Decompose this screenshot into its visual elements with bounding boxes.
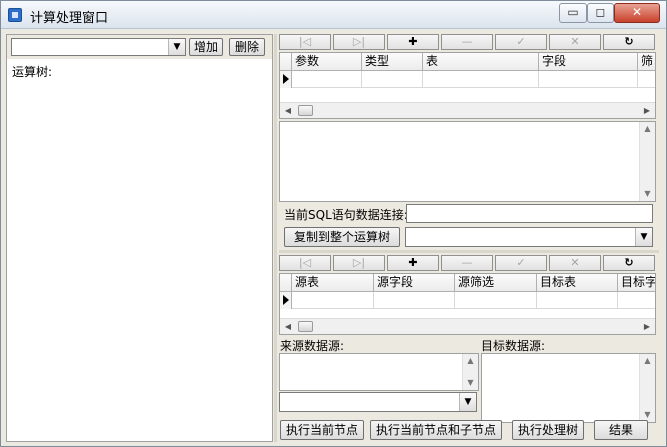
scroll-right-icon[interactable]: ▶ [639, 319, 655, 334]
main-window: 计算处理窗口 ▭ ◻ ✕ ▼ 增加 删除 运算树: |◁ ▷| ✚ — ✓ ✕ … [0, 0, 667, 447]
mapping-grid-header: 源表 源字段 源筛选 目标表 目标字 [280, 274, 655, 292]
vertical-scrollbar[interactable]: ▲ ▼ [639, 122, 655, 201]
horizontal-scrollbar[interactable]: ◀ ▶ [280, 102, 655, 118]
column-header[interactable]: 源筛选 [455, 274, 537, 292]
post-record-button[interactable]: ✓ [495, 255, 547, 271]
scroll-up-icon[interactable]: ▲ [640, 354, 655, 368]
execute-current-node-button[interactable]: 执行当前节点 [280, 420, 364, 440]
sql-editor[interactable]: ▲ ▼ [279, 121, 656, 202]
scroll-left-icon[interactable]: ◀ [280, 103, 296, 118]
horizontal-scrollbar[interactable]: ◀ ▶ [280, 318, 655, 334]
source-datasource-combo[interactable]: ▼ [279, 392, 477, 412]
grid-cell[interactable] [362, 71, 423, 88]
source-datasource-label: 来源数据源: [280, 339, 345, 353]
title-bar: 计算处理窗口 ▭ ◻ ✕ [1, 1, 666, 29]
operation-tree-label: 运算树: [12, 65, 53, 79]
scroll-down-icon[interactable]: ▼ [640, 187, 655, 201]
parameter-grid[interactable]: 参数 类型 表 字段 筛 ◀ ▶ [279, 52, 656, 119]
post-record-button[interactable]: ✓ [495, 34, 547, 50]
parameter-grid-header: 参数 类型 表 字段 筛 [280, 53, 655, 71]
add-button[interactable]: 增加 [189, 38, 223, 56]
vertical-splitter[interactable] [274, 34, 277, 442]
minimize-button[interactable]: ▭ [559, 3, 587, 23]
scroll-left-icon[interactable]: ◀ [280, 319, 296, 334]
chevron-down-icon[interactable]: ▼ [459, 393, 476, 411]
copy-target-combo[interactable]: ▼ [405, 227, 653, 247]
app-icon [8, 8, 22, 22]
grid-corner [280, 53, 292, 71]
execute-tree-button[interactable]: 执行处理树 [512, 420, 584, 440]
delete-button[interactable]: 删除 [229, 38, 265, 56]
bottom-nav-bar: |◁ ▷| ✚ — ✓ ✕ ↻ [279, 255, 659, 272]
node-type-combo[interactable]: ▼ [11, 38, 186, 56]
connection-label: 当前SQL语句数据连接: [284, 208, 408, 222]
column-header[interactable]: 参数 [292, 53, 362, 71]
table-row[interactable] [292, 71, 655, 88]
source-datasource-memo[interactable]: ▲ ▼ [279, 353, 479, 391]
window-title: 计算处理窗口 [30, 11, 109, 26]
add-record-button[interactable]: ✚ [387, 255, 439, 271]
execute-node-and-children-button[interactable]: 执行当前节点和子节点 [370, 420, 502, 440]
column-header[interactable]: 目标表 [537, 274, 618, 292]
refresh-button[interactable]: ↻ [603, 255, 655, 271]
add-record-button[interactable]: ✚ [387, 34, 439, 50]
column-header[interactable]: 源表 [292, 274, 374, 292]
column-header[interactable]: 筛 [638, 53, 655, 71]
target-datasource-memo[interactable]: ▲ ▼ [481, 353, 656, 423]
operation-tree[interactable] [8, 79, 271, 441]
grid-cell[interactable] [539, 71, 638, 88]
result-button[interactable]: 结果 [594, 420, 648, 440]
vertical-scrollbar[interactable]: ▲ ▼ [462, 354, 478, 390]
delete-record-button[interactable]: — [441, 255, 493, 271]
scroll-thumb[interactable] [298, 321, 313, 332]
grid-cell[interactable] [292, 292, 374, 309]
maximize-button[interactable]: ◻ [587, 3, 614, 23]
left-toolbar: ▼ 增加 删除 [7, 35, 272, 59]
top-nav-bar: |◁ ▷| ✚ — ✓ ✕ ↻ [279, 34, 659, 51]
grid-cell[interactable] [537, 292, 618, 309]
scroll-up-icon[interactable]: ▲ [463, 354, 478, 368]
horizontal-splitter[interactable] [279, 250, 659, 253]
first-record-button[interactable]: |◁ [279, 255, 331, 271]
scroll-right-icon[interactable]: ▶ [639, 103, 655, 118]
column-header[interactable]: 字段 [539, 53, 638, 71]
column-header[interactable]: 源字段 [374, 274, 455, 292]
chevron-down-icon[interactable]: ▼ [635, 228, 652, 246]
refresh-button[interactable]: ↻ [603, 34, 655, 50]
last-record-button[interactable]: ▷| [333, 34, 385, 50]
column-header[interactable]: 类型 [362, 53, 423, 71]
left-pane: ▼ 增加 删除 运算树: [6, 34, 273, 442]
scroll-up-icon[interactable]: ▲ [640, 122, 655, 136]
connection-input[interactable] [406, 204, 653, 223]
cancel-record-button[interactable]: ✕ [549, 255, 601, 271]
scroll-thumb[interactable] [298, 105, 313, 116]
copy-to-tree-button[interactable]: 复制到整个运算树 [284, 227, 400, 247]
row-indicator [280, 71, 292, 88]
first-record-button[interactable]: |◁ [279, 34, 331, 50]
grid-cell[interactable] [423, 71, 539, 88]
mapping-grid[interactable]: 源表 源字段 源筛选 目标表 目标字 ◀ ▶ [279, 273, 656, 335]
scroll-down-icon[interactable]: ▼ [463, 376, 478, 390]
grid-cell[interactable] [374, 292, 455, 309]
column-header[interactable]: 表 [423, 53, 539, 71]
delete-record-button[interactable]: — [441, 34, 493, 50]
cancel-record-button[interactable]: ✕ [549, 34, 601, 50]
grid-cell[interactable] [455, 292, 537, 309]
target-datasource-label: 目标数据源: [481, 339, 546, 353]
column-header[interactable]: 目标字 [618, 274, 655, 292]
vertical-scrollbar[interactable]: ▲ ▼ [639, 354, 655, 422]
last-record-button[interactable]: ▷| [333, 255, 385, 271]
table-row[interactable] [292, 292, 655, 309]
row-indicator [280, 292, 292, 309]
close-button[interactable]: ✕ [614, 3, 660, 23]
grid-corner [280, 274, 292, 292]
grid-cell[interactable] [292, 71, 362, 88]
chevron-down-icon[interactable]: ▼ [168, 39, 185, 55]
